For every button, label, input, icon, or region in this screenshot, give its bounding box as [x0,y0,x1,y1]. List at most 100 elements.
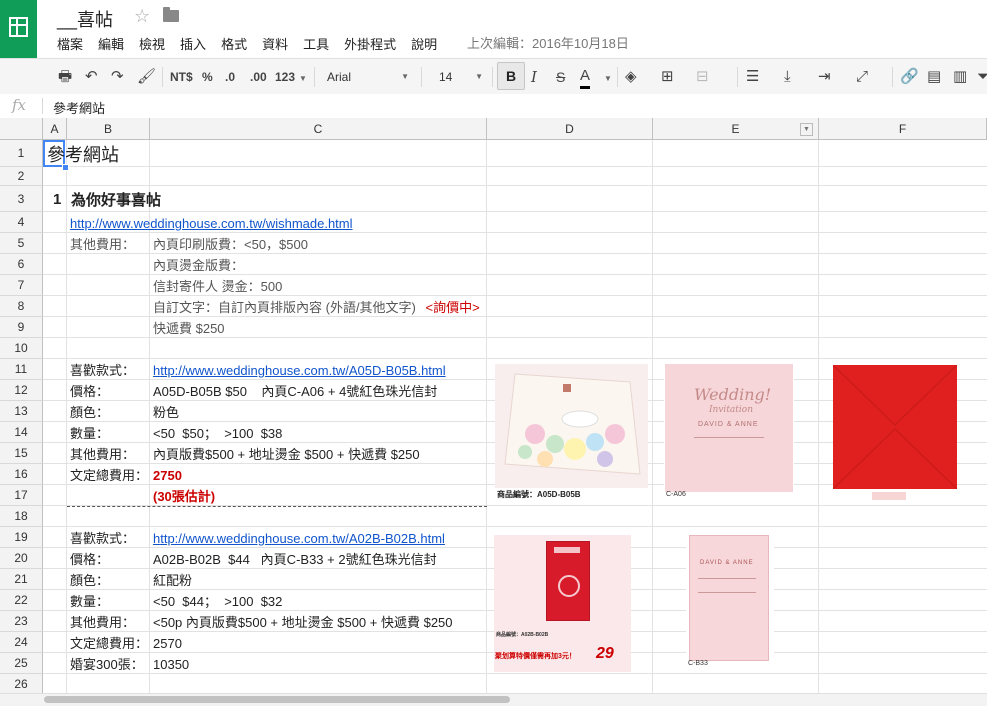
cell-a1[interactable]: 參考網站 [47,144,119,166]
cell-c23[interactable]: <50p 內頁版費$500 + 地址燙金 $500 + 快遞費 $250 [153,613,453,633]
cell-b12[interactable]: 價格： [70,382,109,402]
row-header-21[interactable]: 21 [0,569,43,590]
insert-chart-icon[interactable]: ▥ [953,68,967,86]
print-icon[interactable]: 🖶 [58,68,72,86]
card-image-c-b33[interactable]: DAVID & ANNE C-B33 [686,532,774,672]
row-header-6[interactable]: 6 [0,254,43,275]
cell-b19[interactable]: 喜歡款式： [70,529,135,549]
percent-format-button[interactable]: % [202,68,213,86]
cell-c12[interactable]: A05D-B05B $50 內頁C-A06 + 4號紅色珠光信封 [153,382,437,402]
menu-tools[interactable]: 工具 [303,34,329,53]
formula-input[interactable]: 參考網站 [53,98,105,117]
row-header-18[interactable]: 18 [0,506,43,527]
cell-b20[interactable]: 價格： [70,550,109,570]
font-size-dropdown[interactable]: 14 ▼ [430,63,488,91]
cell-c9[interactable]: 快遞費 $250 [153,319,225,339]
more-formats-button[interactable]: 123 ▼ [275,68,307,86]
row-header-1[interactable]: 1 [0,140,43,167]
document-title[interactable]: __喜帖 [57,6,113,32]
cell-c17[interactable]: (30張估計) [153,487,215,507]
font-family-dropdown[interactable]: Arial ▼ [322,63,414,91]
cell-c14[interactable]: <50 $50； >100 $38 [153,424,282,444]
cell-b13[interactable]: 顏色： [70,403,109,423]
column-header-c[interactable]: C [150,118,487,140]
menu-addons[interactable]: 外掛程式 [344,34,396,53]
filter-icon[interactable]: ⏷ [977,68,987,86]
last-edit-status[interactable]: 上次編輯：2016年10月18日 [467,33,629,52]
row-header-8[interactable]: 8 [0,296,43,317]
row-header-19[interactable]: 19 [0,527,43,548]
cell-c7[interactable]: 信封寄件人 燙金：500 [153,277,282,297]
chevron-down-icon[interactable]: ▼ [600,68,612,86]
column-header-e[interactable]: E ▼ [653,118,819,140]
redo-icon[interactable]: ↷ [111,68,124,86]
italic-button[interactable]: I [531,68,537,86]
cell-c24[interactable]: 2570 [153,634,182,654]
cell-c21[interactable]: 紅配粉 [153,571,192,591]
menu-file[interactable]: 檔案 [57,34,83,53]
insert-comment-icon[interactable]: ▤ [927,68,941,86]
cell-c15[interactable]: 內頁版費$500 + 地址燙金 $500 + 快遞費 $250 [153,445,420,465]
cell-c8[interactable]: 自訂文字：自訂內頁排版內容 (外語/其他文字) <詢價中> [153,298,480,318]
row-header-11[interactable]: 11 [0,359,43,380]
cell-b23[interactable]: 其他費用： [70,613,135,633]
text-rotation-icon[interactable]: ⤢ [856,68,868,86]
cell-b15[interactable]: 其他費用： [70,445,135,465]
row-header-13[interactable]: 13 [0,401,43,422]
cell-b3[interactable]: 為你好事喜帖 [71,190,161,210]
text-wrap-icon[interactable]: ⇥ [818,68,831,86]
horizontal-scrollbar[interactable] [0,693,987,706]
row-header-22[interactable]: 22 [0,590,43,611]
red-envelope-image[interactable] [833,365,957,489]
row-header-16[interactable]: 16 [0,464,43,485]
row-header-23[interactable]: 23 [0,611,43,632]
row-header-5[interactable]: 5 [0,233,43,254]
menu-format[interactable]: 格式 [221,34,247,53]
cell-c19-link[interactable]: http://www.weddinghouse.com.tw/A02B-B02B… [153,529,445,549]
card-image-a05d[interactable]: 商品編號：A05D-B05B [495,364,648,500]
cell-b25[interactable]: 婚宴300張： [70,655,144,675]
insert-link-icon[interactable]: 🔗 [900,68,919,86]
cell-c11-link[interactable]: http://www.weddinghouse.com.tw/A05D-B05B… [153,361,446,381]
menu-data[interactable]: 資料 [262,34,288,53]
cell-c20[interactable]: A02B-B02B $44 內頁C-B33 + 2號紅色珠光信封 [153,550,437,570]
menu-insert[interactable]: 插入 [180,34,206,53]
row-header-17[interactable]: 17 [0,485,43,506]
cell-c13[interactable]: 粉色 [153,403,179,423]
text-color-button[interactable]: A [580,68,591,89]
row-header-15[interactable]: 15 [0,443,43,464]
menu-help[interactable]: 說明 [411,34,437,53]
row-header-9[interactable]: 9 [0,317,43,338]
decrease-decimal-button[interactable]: .0 [225,68,235,86]
cell-b11[interactable]: 喜歡款式： [70,361,135,381]
select-all-corner[interactable] [0,118,43,140]
row-header-20[interactable]: 20 [0,548,43,569]
cell-b14[interactable]: 數量： [70,424,109,444]
column-menu-chevron-icon[interactable]: ▼ [800,123,813,136]
row-header-7[interactable]: 7 [0,275,43,296]
cell-c5[interactable]: 內頁印刷版費：<50，$500 [153,235,308,255]
cell-b5[interactable]: 其他費用： [70,235,135,255]
menu-view[interactable]: 檢視 [139,34,165,53]
borders-icon[interactable]: ⊞ [661,68,674,86]
cell-b16[interactable]: 文定總費用： [70,466,148,486]
row-header-24[interactable]: 24 [0,632,43,653]
vertical-align-icon[interactable]: ⤓ [784,68,791,86]
align-left-icon[interactable]: ☰ [746,68,759,86]
row-header-10[interactable]: 10 [0,338,43,359]
menu-edit[interactable]: 編輯 [98,34,124,53]
currency-format-button[interactable]: NT$ [170,68,193,86]
paint-format-icon[interactable]: 🖌 [137,68,156,86]
fill-color-icon[interactable]: ◈ [625,68,637,86]
increase-decimal-button[interactable]: .00 [250,68,267,86]
row-header-12[interactable]: 12 [0,380,43,401]
cell-b21[interactable]: 顏色： [70,571,109,591]
column-header-f[interactable]: F [819,118,987,140]
cell-a3[interactable]: 1 [53,190,61,210]
column-header-a[interactable]: A [43,118,67,140]
strikethrough-button[interactable]: S [556,68,565,86]
cell-c22[interactable]: <50 $44； >100 $32 [153,592,282,612]
row-header-4[interactable]: 4 [0,212,43,233]
card-image-c-a06[interactable]: Wedding! Invitation DAVID & ANNE C-A06 [664,363,794,500]
row-header-3[interactable]: 3 [0,186,43,212]
